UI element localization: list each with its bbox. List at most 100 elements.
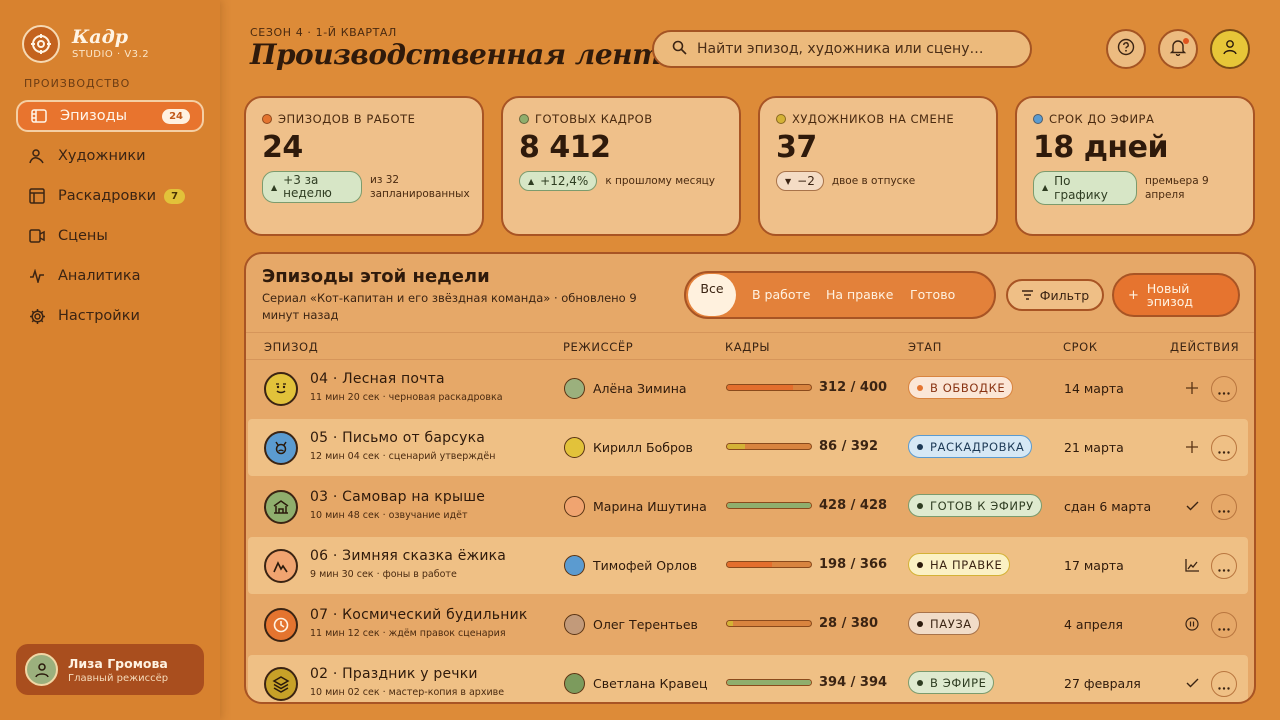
- stage-badge: РАСКАДРОВКА: [908, 435, 1033, 458]
- plus-icon[interactable]: [1184, 379, 1200, 397]
- stat-delta-badge: ▲ +3 за неделю: [262, 171, 362, 203]
- director-name[interactable]: Алёна Зимина: [593, 381, 687, 396]
- column-header[interactable]: ЭПИЗОД: [264, 340, 318, 354]
- due-date: 14 марта: [1064, 381, 1124, 396]
- stat-value: 37: [776, 130, 817, 165]
- up-arrow-icon: ▲: [271, 182, 278, 192]
- up-arrow-icon: ▲: [1042, 183, 1049, 192]
- frames-progress-bar: [726, 384, 812, 391]
- director-name[interactable]: Олег Терентьев: [593, 617, 698, 632]
- profile-button[interactable]: [1210, 29, 1250, 69]
- table-header: ЭПИЗОД РЕЖИССЁР КАДРЫ ЭТАП СРОК ДЕЙСТВИЯ: [246, 332, 1254, 360]
- column-header[interactable]: РЕЖИССЁР: [563, 340, 633, 354]
- episode-title[interactable]: 03 · Самовар на крыше: [310, 489, 485, 505]
- stat-note: к прошлому месяцу: [605, 175, 716, 187]
- sidebar-item-storyboards[interactable]: Раскадровки 7: [16, 180, 204, 212]
- help-icon: [1117, 38, 1135, 60]
- panel-subtitle: Сериал «Кот-капитан и его звёздная коман…: [262, 291, 637, 322]
- stat-card-episodes: ЭПИЗОДОВ В РАБОТЕ 24 ▲ +3 за неделю из 32…: [244, 96, 484, 236]
- help-button[interactable]: [1106, 29, 1146, 69]
- table-row[interactable]: 04 · Лесная почта 11 мин 20 сек · чернов…: [248, 360, 1248, 417]
- sidebar-item-label: Эпизоды: [60, 108, 128, 124]
- frames-progress-bar: [726, 502, 812, 509]
- pause-icon[interactable]: [1184, 615, 1200, 633]
- director-avatar: [564, 437, 585, 458]
- stat-card-deadline: СРОК ДО ЭФИРА 18 дней ▲ По графику премье…: [1015, 96, 1255, 236]
- sidebar-item-label: Аналитика: [58, 268, 141, 284]
- check-icon[interactable]: [1184, 497, 1200, 515]
- column-header[interactable]: КАДРЫ: [725, 340, 770, 354]
- nav-section-label: ПРОИЗВОДСТВО: [24, 77, 131, 90]
- storyboards-count-badge: 7: [164, 188, 186, 204]
- badger-icon: [264, 431, 298, 465]
- stage-badge: НА ПРАВКЕ: [908, 553, 1011, 576]
- app-name: Кадр: [72, 26, 129, 48]
- tab-done[interactable]: Готово: [902, 288, 955, 302]
- app-logo[interactable]: Кадр STUDIO · V3.2: [22, 25, 149, 63]
- column-header[interactable]: СРОК: [1063, 340, 1098, 354]
- current-user-card[interactable]: Лиза Громова Главный режиссёр: [16, 644, 204, 695]
- director-name[interactable]: Тимофей Орлов: [593, 558, 697, 573]
- tab-in-progress[interactable]: В работе: [736, 288, 816, 302]
- stage-dot: [917, 384, 923, 391]
- chart-icon[interactable]: [1184, 556, 1200, 574]
- episode-meta: 10 мин 48 сек · озвучание идёт: [310, 510, 468, 521]
- more-actions-button[interactable]: [1211, 494, 1237, 520]
- status-dot: [776, 114, 786, 124]
- table-row[interactable]: 02 · Праздник у речки 10 мин 02 сек · ма…: [248, 655, 1248, 702]
- stat-delta: По графику: [1054, 174, 1108, 202]
- more-actions-button[interactable]: [1211, 612, 1237, 638]
- episodes-count-badge: 24: [162, 108, 190, 124]
- stage-label: НА ПРАВКЕ: [930, 557, 1003, 572]
- user-role: Главный режиссёр: [68, 672, 169, 684]
- stat-delta: +12,4%: [540, 174, 589, 188]
- stage-dot: [917, 502, 923, 509]
- new-episode-button[interactable]: + Новый эпизод: [1112, 273, 1240, 317]
- more-icon: [1218, 616, 1230, 635]
- check-icon[interactable]: [1184, 674, 1200, 692]
- more-actions-button[interactable]: [1211, 435, 1237, 461]
- table-row[interactable]: 07 · Космический будильник 11 мин 12 сек…: [248, 596, 1248, 653]
- filter-button[interactable]: Фильтр: [1006, 279, 1104, 311]
- more-actions-button[interactable]: [1211, 376, 1237, 402]
- episode-title[interactable]: 07 · Космический будильник: [310, 607, 528, 623]
- tab-all[interactable]: Все: [688, 274, 736, 316]
- search-bar[interactable]: [652, 30, 1032, 68]
- logo-icon: [22, 25, 60, 63]
- sidebar-item-artists[interactable]: Художники: [16, 140, 204, 172]
- more-icon: [1218, 498, 1230, 517]
- frames-count: 86 / 392: [819, 439, 879, 454]
- camera-icon: [28, 227, 46, 245]
- episode-title[interactable]: 02 · Праздник у речки: [310, 666, 478, 682]
- sidebar-item-episodes[interactable]: Эпизоды 24: [16, 100, 204, 132]
- director-name[interactable]: Марина Ишутина: [593, 499, 707, 514]
- table-row[interactable]: 05 · Письмо от барсука 12 мин 04 сек · с…: [248, 419, 1248, 476]
- column-header[interactable]: ЭТАП: [908, 340, 942, 354]
- sidebar-item-analytics[interactable]: Аналитика: [16, 260, 204, 292]
- more-icon: [1218, 439, 1230, 458]
- due-date: 4 апреля: [1064, 617, 1123, 632]
- sidebar-item-scenes[interactable]: Сцены: [16, 220, 204, 252]
- more-actions-button[interactable]: [1211, 671, 1237, 697]
- tab-in-review[interactable]: На правке: [816, 288, 902, 302]
- stat-value: 24: [262, 130, 303, 165]
- search-input[interactable]: [697, 41, 1017, 57]
- table-row[interactable]: 06 · Зимняя сказка ёжика 9 мин 30 сек · …: [248, 537, 1248, 594]
- stat-note: двое в отпуске: [831, 175, 916, 187]
- layers-icon: [264, 667, 298, 701]
- plus-icon[interactable]: [1184, 438, 1200, 456]
- stat-delta-badge: ▲ По графику: [1033, 171, 1137, 205]
- table-row[interactable]: 03 · Самовар на крыше 10 мин 48 сек · оз…: [248, 478, 1248, 535]
- episode-title[interactable]: 06 · Зимняя сказка ёжика: [310, 548, 506, 564]
- episode-title[interactable]: 04 · Лесная почта: [310, 371, 445, 387]
- notifications-button[interactable]: [1158, 29, 1198, 69]
- frames-progress-fill: [727, 444, 746, 449]
- frames-count: 198 / 366: [819, 557, 888, 572]
- more-actions-button[interactable]: [1211, 553, 1237, 579]
- episode-meta: 11 мин 12 сек · ждём правок сценария: [310, 628, 506, 639]
- director-name[interactable]: Кирилл Бобров: [593, 440, 693, 455]
- director-name[interactable]: Светлана Кравец: [593, 676, 708, 691]
- episode-title[interactable]: 05 · Письмо от барсука: [310, 430, 485, 446]
- stage-label: В ОБВОДКЕ: [930, 380, 1006, 395]
- sidebar-item-settings[interactable]: Настройки: [16, 300, 204, 332]
